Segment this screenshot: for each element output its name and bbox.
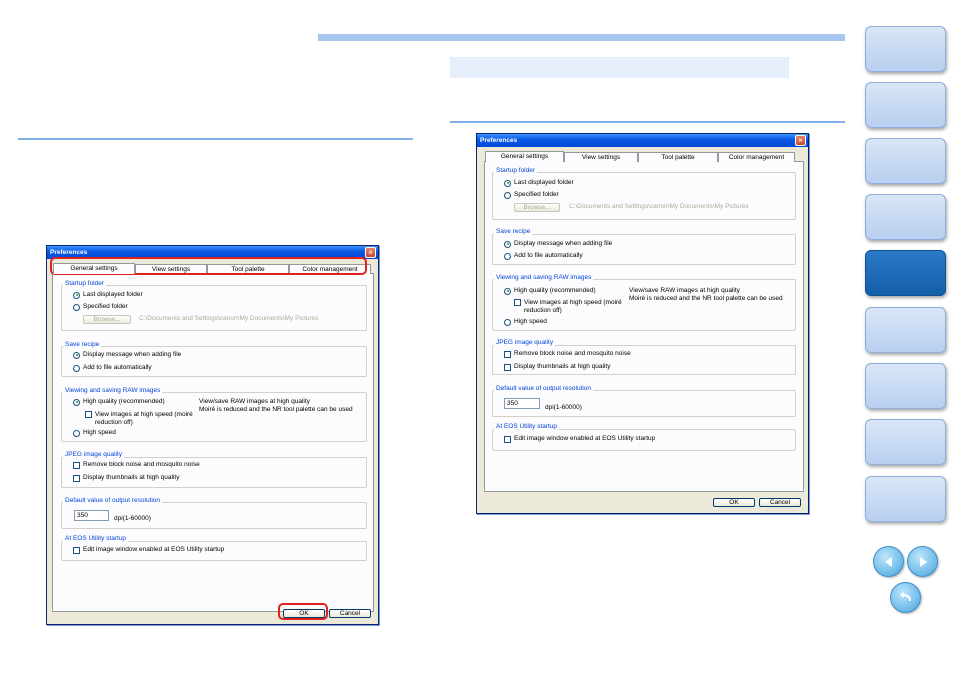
startup-folder-title: Startup folder [63,280,107,288]
tab-color-management[interactable]: Color management [289,264,371,274]
tab-general-settings[interactable]: General settings [53,263,135,274]
side-tab-4[interactable] [865,194,946,240]
side-tab-8[interactable] [865,419,946,465]
side-tab-5-active[interactable] [865,250,946,296]
edit-window-checkbox[interactable]: Edit image window enabled at EOS Utility… [73,546,224,554]
resolution-title: Default value of output resolution [63,497,163,505]
close-icon: × [798,136,803,145]
high-speed-radio[interactable]: High speed [73,429,116,437]
previous-page-button[interactable] [873,546,904,577]
eos-utility-title: At EOS Utility startup [494,423,560,431]
side-tab-3[interactable] [865,138,946,184]
high-quality-radio[interactable]: High quality (recommended) [73,398,165,406]
save-recipe-title: Save recipe [494,228,533,236]
raw-description-2: Moiré is reduced and the NR tool palette… [199,406,353,413]
browse-button[interactable]: Browse... [83,315,131,324]
startup-folder-path: C:\Documents and Settings\canon\My Docum… [569,203,749,210]
resolution-unit: dpi(1-60000) [545,404,582,411]
save-recipe-group [492,234,796,265]
preferences-dialog-left: Preferences × General settings View sett… [46,245,379,625]
cancel-button[interactable]: Cancel [759,498,801,507]
side-tab-9[interactable] [865,476,946,522]
tab-general-settings[interactable]: General settings [485,151,564,162]
high-quality-thumbnails-checkbox[interactable]: Display thumbnails at high quality [504,363,610,371]
resolution-input[interactable]: 350 [504,398,540,409]
return-button[interactable] [890,582,921,613]
dialog-title: Preferences [47,246,378,259]
cancel-button[interactable]: Cancel [329,609,371,618]
side-tab-6[interactable] [865,307,946,353]
high-quality-thumbnails-checkbox[interactable]: Display thumbnails at high quality [73,474,179,482]
display-message-radio[interactable]: Display message when adding file [73,351,181,359]
side-tab-1[interactable] [865,26,946,72]
tab-tool-palette[interactable]: Tool palette [207,264,289,274]
eos-utility-title: At EOS Utility startup [63,535,129,543]
tab-tool-palette[interactable]: Tool palette [638,152,718,162]
display-message-radio[interactable]: Display message when adding file [504,240,612,248]
view-high-speed-checkbox[interactable]: View images at high speed (moiré reducti… [85,411,195,427]
add-automatically-radio[interactable]: Add to file automatically [73,364,152,372]
section-rule-left [18,138,413,140]
edit-window-checkbox[interactable]: Edit image window enabled at EOS Utility… [504,435,655,443]
close-icon: × [368,248,373,257]
ok-button[interactable]: OK [713,498,755,507]
raw-description-1: View/save RAW images at high quality [629,287,740,294]
dialog-title: Preferences [477,134,808,147]
close-button[interactable]: × [795,135,806,146]
return-icon [899,591,911,601]
raw-description-1: View/save RAW images at high quality [199,398,310,405]
raw-title: Viewing and saving RAW images [63,387,163,395]
remove-noise-checkbox[interactable]: Remove block noise and mosquito noise [504,350,631,358]
high-quality-radio[interactable]: High quality (recommended) [504,287,596,295]
specified-folder-radio[interactable]: Specified folder [73,303,128,311]
section-rule-right [450,121,845,123]
heading-box [450,57,789,78]
jpeg-title: JPEG image quality [63,451,125,459]
remove-noise-checkbox[interactable]: Remove block noise and mosquito noise [73,461,200,469]
add-automatically-radio[interactable]: Add to file automatically [504,252,583,260]
specified-folder-radio[interactable]: Specified folder [504,191,559,199]
preferences-dialog-right: Preferences × General settings View sett… [476,133,809,514]
side-tab-7[interactable] [865,363,946,409]
tab-view-settings[interactable]: View settings [135,264,207,274]
next-page-icon [919,556,927,567]
resolution-title: Default value of output resolution [494,385,594,393]
resolution-unit: dpi(1-60000) [114,515,151,522]
raw-title: Viewing and saving RAW images [494,274,594,282]
startup-folder-title: Startup folder [494,167,538,175]
save-recipe-title: Save recipe [63,341,102,349]
startup-folder-path: C:\Documents and Settings\canon\My Docum… [139,315,319,322]
last-displayed-folder-radio[interactable]: Last displayed folder [73,291,143,299]
jpeg-title: JPEG image quality [494,339,556,347]
tab-view-settings[interactable]: View settings [564,152,638,162]
next-page-button[interactable] [907,546,938,577]
header-bar [318,34,845,41]
view-high-speed-checkbox[interactable]: View images at high speed (moiré reducti… [514,299,626,315]
close-button[interactable]: × [365,247,376,258]
high-speed-radio[interactable]: High speed [504,318,547,326]
side-tab-2[interactable] [865,82,946,128]
raw-description-2: Moiré is reduced and the NR tool palette… [629,295,783,302]
ok-button[interactable]: OK [283,609,325,618]
previous-page-icon [884,556,892,567]
last-displayed-folder-radio[interactable]: Last displayed folder [504,179,574,187]
resolution-input[interactable]: 350 [74,510,109,521]
tab-color-management[interactable]: Color management [718,152,795,162]
browse-button[interactable]: Browse... [514,203,560,212]
